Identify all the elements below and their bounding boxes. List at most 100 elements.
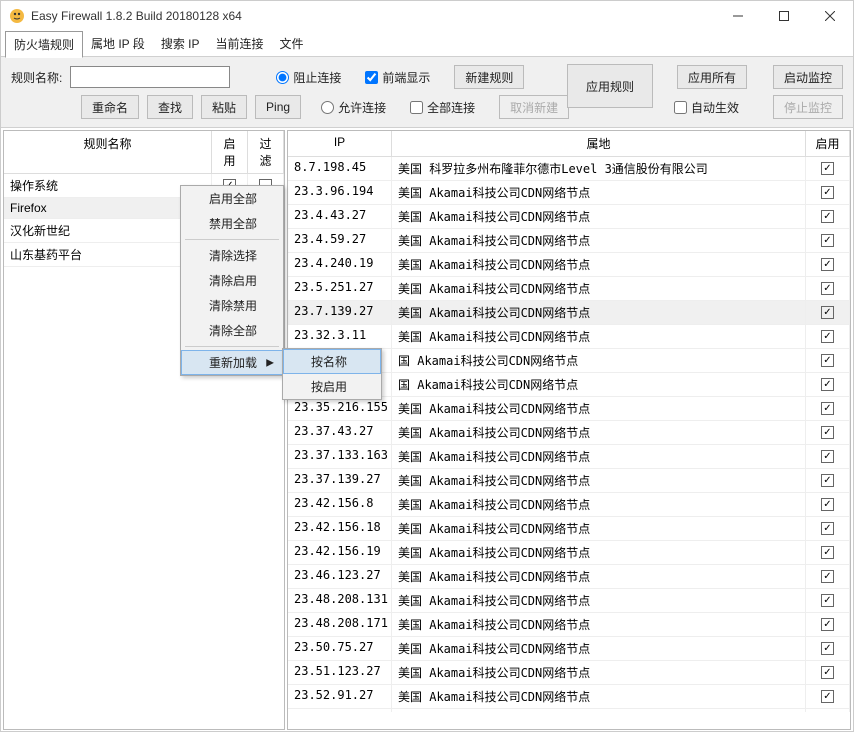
location-cell: 国 Akamai科技公司CDN网络节点 xyxy=(392,373,806,396)
context-menu-item[interactable]: 清除启用 xyxy=(181,268,283,293)
ping-button[interactable]: Ping xyxy=(255,95,301,119)
ip-cell: 23.48.208.171 xyxy=(288,613,392,636)
apply-rule-button[interactable]: 应用规则 xyxy=(567,64,653,108)
location-cell: 美国 Akamai科技公司CDN网络节点 xyxy=(392,397,806,420)
ip-cell: 23.48.208.131 xyxy=(288,589,392,612)
location-cell: 美国 Akamai科技公司CDN网络节点 xyxy=(392,421,806,444)
context-submenu[interactable]: 按名称按启用 xyxy=(282,348,382,400)
maximize-button[interactable] xyxy=(761,1,807,31)
menu-item[interactable]: 属地 IP 段 xyxy=(83,31,153,56)
ip-cell: 23.50.75.27 xyxy=(288,637,392,660)
location-cell: 美国 Akamai科技公司CDN网络节点 xyxy=(392,469,806,492)
location-cell: 美国 Akamai科技公司CDN网络节点 xyxy=(392,253,806,276)
ip-list-pane: IP 属地 启用 8.7.198.45 美国 科罗拉多州布隆菲尔德市Level … xyxy=(287,130,851,730)
context-menu[interactable]: 启用全部禁用全部清除选择清除启用清除禁用清除全部重新加载▶按名称按启用 xyxy=(180,185,284,376)
foreground-check[interactable]: 前端显示 xyxy=(365,69,430,86)
location-cell: 国 Akamai科技公司CDN网络节点 xyxy=(392,349,806,372)
ip-cell: 23.37.139.27 xyxy=(288,469,392,492)
location-cell: 美国 Akamai科技公司CDN网络节点 xyxy=(392,685,806,708)
col-enable-ip[interactable]: 启用 xyxy=(806,131,850,156)
ip-row[interactable]: 23.46.123.27 美国 Akamai科技公司CDN网络节点 ✓ xyxy=(288,565,850,589)
window-title: Easy Firewall 1.8.2 Build 20180128 x64 xyxy=(31,9,715,23)
menu-item[interactable]: 文件 xyxy=(272,31,312,56)
ip-cell: 8.7.198.45 xyxy=(288,157,392,180)
location-cell: 美国 Akamai科技公司CDN网络节点 xyxy=(392,661,806,684)
rule-name-input[interactable] xyxy=(70,66,230,88)
ip-row[interactable]: 23.37.139.27 美国 Akamai科技公司CDN网络节点 ✓ xyxy=(288,469,850,493)
ip-row[interactable]: 23.50.75.27 美国 Akamai科技公司CDN网络节点 ✓ xyxy=(288,637,850,661)
enable-checkbox: ✓ xyxy=(821,354,834,367)
col-filter[interactable]: 过滤 xyxy=(248,131,284,173)
titlebar: Easy Firewall 1.8.2 Build 20180128 x64 xyxy=(1,1,853,31)
ip-row[interactable]: 23.32.3.11 美国 Akamai科技公司CDN网络节点 ✓ xyxy=(288,325,850,349)
ip-cell: 23.52.91.27 xyxy=(288,685,392,708)
start-monitor-button[interactable]: 启动监控 xyxy=(773,65,843,89)
col-location[interactable]: 属地 xyxy=(392,131,806,156)
menu-item[interactable]: 防火墙规则 xyxy=(5,31,83,58)
ip-row[interactable]: 23.4.59.27 美国 Akamai科技公司CDN网络节点 ✓ xyxy=(288,229,850,253)
ip-row[interactable]: 23.42.156.8 美国 Akamai科技公司CDN网络节点 ✓ xyxy=(288,493,850,517)
ip-cell: 23.42.156.19 xyxy=(288,541,392,564)
menu-item[interactable]: 搜索 IP xyxy=(153,31,208,56)
ip-cell: 23.37.43.27 xyxy=(288,421,392,444)
allconn-check[interactable]: 全部连接 xyxy=(410,99,475,116)
enable-checkbox: ✓ xyxy=(821,258,834,271)
context-menu-item[interactable]: 禁用全部 xyxy=(181,211,283,236)
enable-checkbox: ✓ xyxy=(821,402,834,415)
apply-all-button[interactable]: 应用所有 xyxy=(677,65,747,89)
ip-row[interactable]: 23.42.156.19 美国 Akamai科技公司CDN网络节点 ✓ xyxy=(288,541,850,565)
context-submenu-item[interactable]: 按名称 xyxy=(283,349,381,374)
ip-row[interactable]: 23.42.156.18 美国 Akamai科技公司CDN网络节点 ✓ xyxy=(288,517,850,541)
ip-row[interactable]: 23.37.133.163 美国 Akamai科技公司CDN网络节点 ✓ xyxy=(288,445,850,469)
context-menu-item[interactable]: 启用全部 xyxy=(181,186,283,211)
block-radio[interactable]: 阻止连接 xyxy=(276,69,341,86)
context-menu-item[interactable]: 重新加载▶按名称按启用 xyxy=(181,350,283,375)
ip-row[interactable]: 23.51.123.27 美国 Akamai科技公司CDN网络节点 ✓ xyxy=(288,661,850,685)
ip-row[interactable]: 23.48.208.171 美国 Akamai科技公司CDN网络节点 ✓ xyxy=(288,613,850,637)
ip-cell: 23.42.156.18 xyxy=(288,517,392,540)
ip-list-body[interactable]: 8.7.198.45 美国 科罗拉多州布隆菲尔德市Level 3通信股份有限公司… xyxy=(288,157,850,712)
context-menu-item[interactable]: 清除选择 xyxy=(181,243,283,268)
location-cell: 美国 Akamai科技公司CDN网络节点 xyxy=(392,229,806,252)
ip-row[interactable]: 23.55.56.141 美国 Akamai科技公司CDN网络节点 ✓ xyxy=(288,709,850,712)
paste-button[interactable]: 粘贴 xyxy=(201,95,247,119)
ip-row[interactable]: 23.35.216.155 美国 Akamai科技公司CDN网络节点 ✓ xyxy=(288,397,850,421)
find-button[interactable]: 查找 xyxy=(147,95,193,119)
menu-item[interactable]: 当前连接 xyxy=(208,31,272,56)
ip-row[interactable]: 23.48.208.131 美国 Akamai科技公司CDN网络节点 ✓ xyxy=(288,589,850,613)
context-menu-item[interactable]: 清除全部 xyxy=(181,318,283,343)
close-button[interactable] xyxy=(807,1,853,31)
menubar: 防火墙规则属地 IP 段搜索 IP当前连接文件 xyxy=(1,31,853,57)
ip-row[interactable]: 23.5.251.27 美国 Akamai科技公司CDN网络节点 ✓ xyxy=(288,277,850,301)
menu-separator xyxy=(185,239,279,240)
enable-checkbox: ✓ xyxy=(821,498,834,511)
ip-row[interactable]: 23.52.91.27 美国 Akamai科技公司CDN网络节点 ✓ xyxy=(288,685,850,709)
ip-cell: 23.7.139.27 xyxy=(288,301,392,324)
enable-checkbox: ✓ xyxy=(821,186,834,199)
ip-row[interactable]: 23.7.139.27 美国 Akamai科技公司CDN网络节点 ✓ xyxy=(288,301,850,325)
ip-cell: 23.4.59.27 xyxy=(288,229,392,252)
col-enable[interactable]: 启用 xyxy=(212,131,248,173)
ip-row[interactable]: 23.4.43.27 美国 Akamai科技公司CDN网络节点 ✓ xyxy=(288,205,850,229)
context-submenu-item[interactable]: 按启用 xyxy=(283,374,381,399)
ip-row[interactable]: 23.3.96.194 美国 Akamai科技公司CDN网络节点 ✓ xyxy=(288,181,850,205)
col-ip[interactable]: IP xyxy=(288,131,392,156)
ip-row[interactable]: 8.7.198.45 美国 科罗拉多州布隆菲尔德市Level 3通信股份有限公司… xyxy=(288,157,850,181)
enable-checkbox: ✓ xyxy=(821,618,834,631)
enable-checkbox: ✓ xyxy=(821,522,834,535)
ip-cell: 23.37.133.163 xyxy=(288,445,392,468)
col-rule-name[interactable]: 规则名称 xyxy=(4,131,212,173)
allow-radio[interactable]: 允许连接 xyxy=(321,99,386,116)
ip-row[interactable]: 23.37.43.27 美国 Akamai科技公司CDN网络节点 ✓ xyxy=(288,421,850,445)
enable-checkbox: ✓ xyxy=(821,570,834,583)
autoeffect-check[interactable]: 自动生效 xyxy=(674,99,739,116)
location-cell: 美国 Akamai科技公司CDN网络节点 xyxy=(392,325,806,348)
enable-checkbox: ✓ xyxy=(821,474,834,487)
enable-checkbox: ✓ xyxy=(821,210,834,223)
location-cell: 美国 Akamai科技公司CDN网络节点 xyxy=(392,205,806,228)
minimize-button[interactable] xyxy=(715,1,761,31)
context-menu-item[interactable]: 清除禁用 xyxy=(181,293,283,318)
ip-row[interactable]: 23.4.240.19 美国 Akamai科技公司CDN网络节点 ✓ xyxy=(288,253,850,277)
rename-button[interactable]: 重命名 xyxy=(81,95,139,119)
new-rule-button[interactable]: 新建规则 xyxy=(454,65,524,89)
